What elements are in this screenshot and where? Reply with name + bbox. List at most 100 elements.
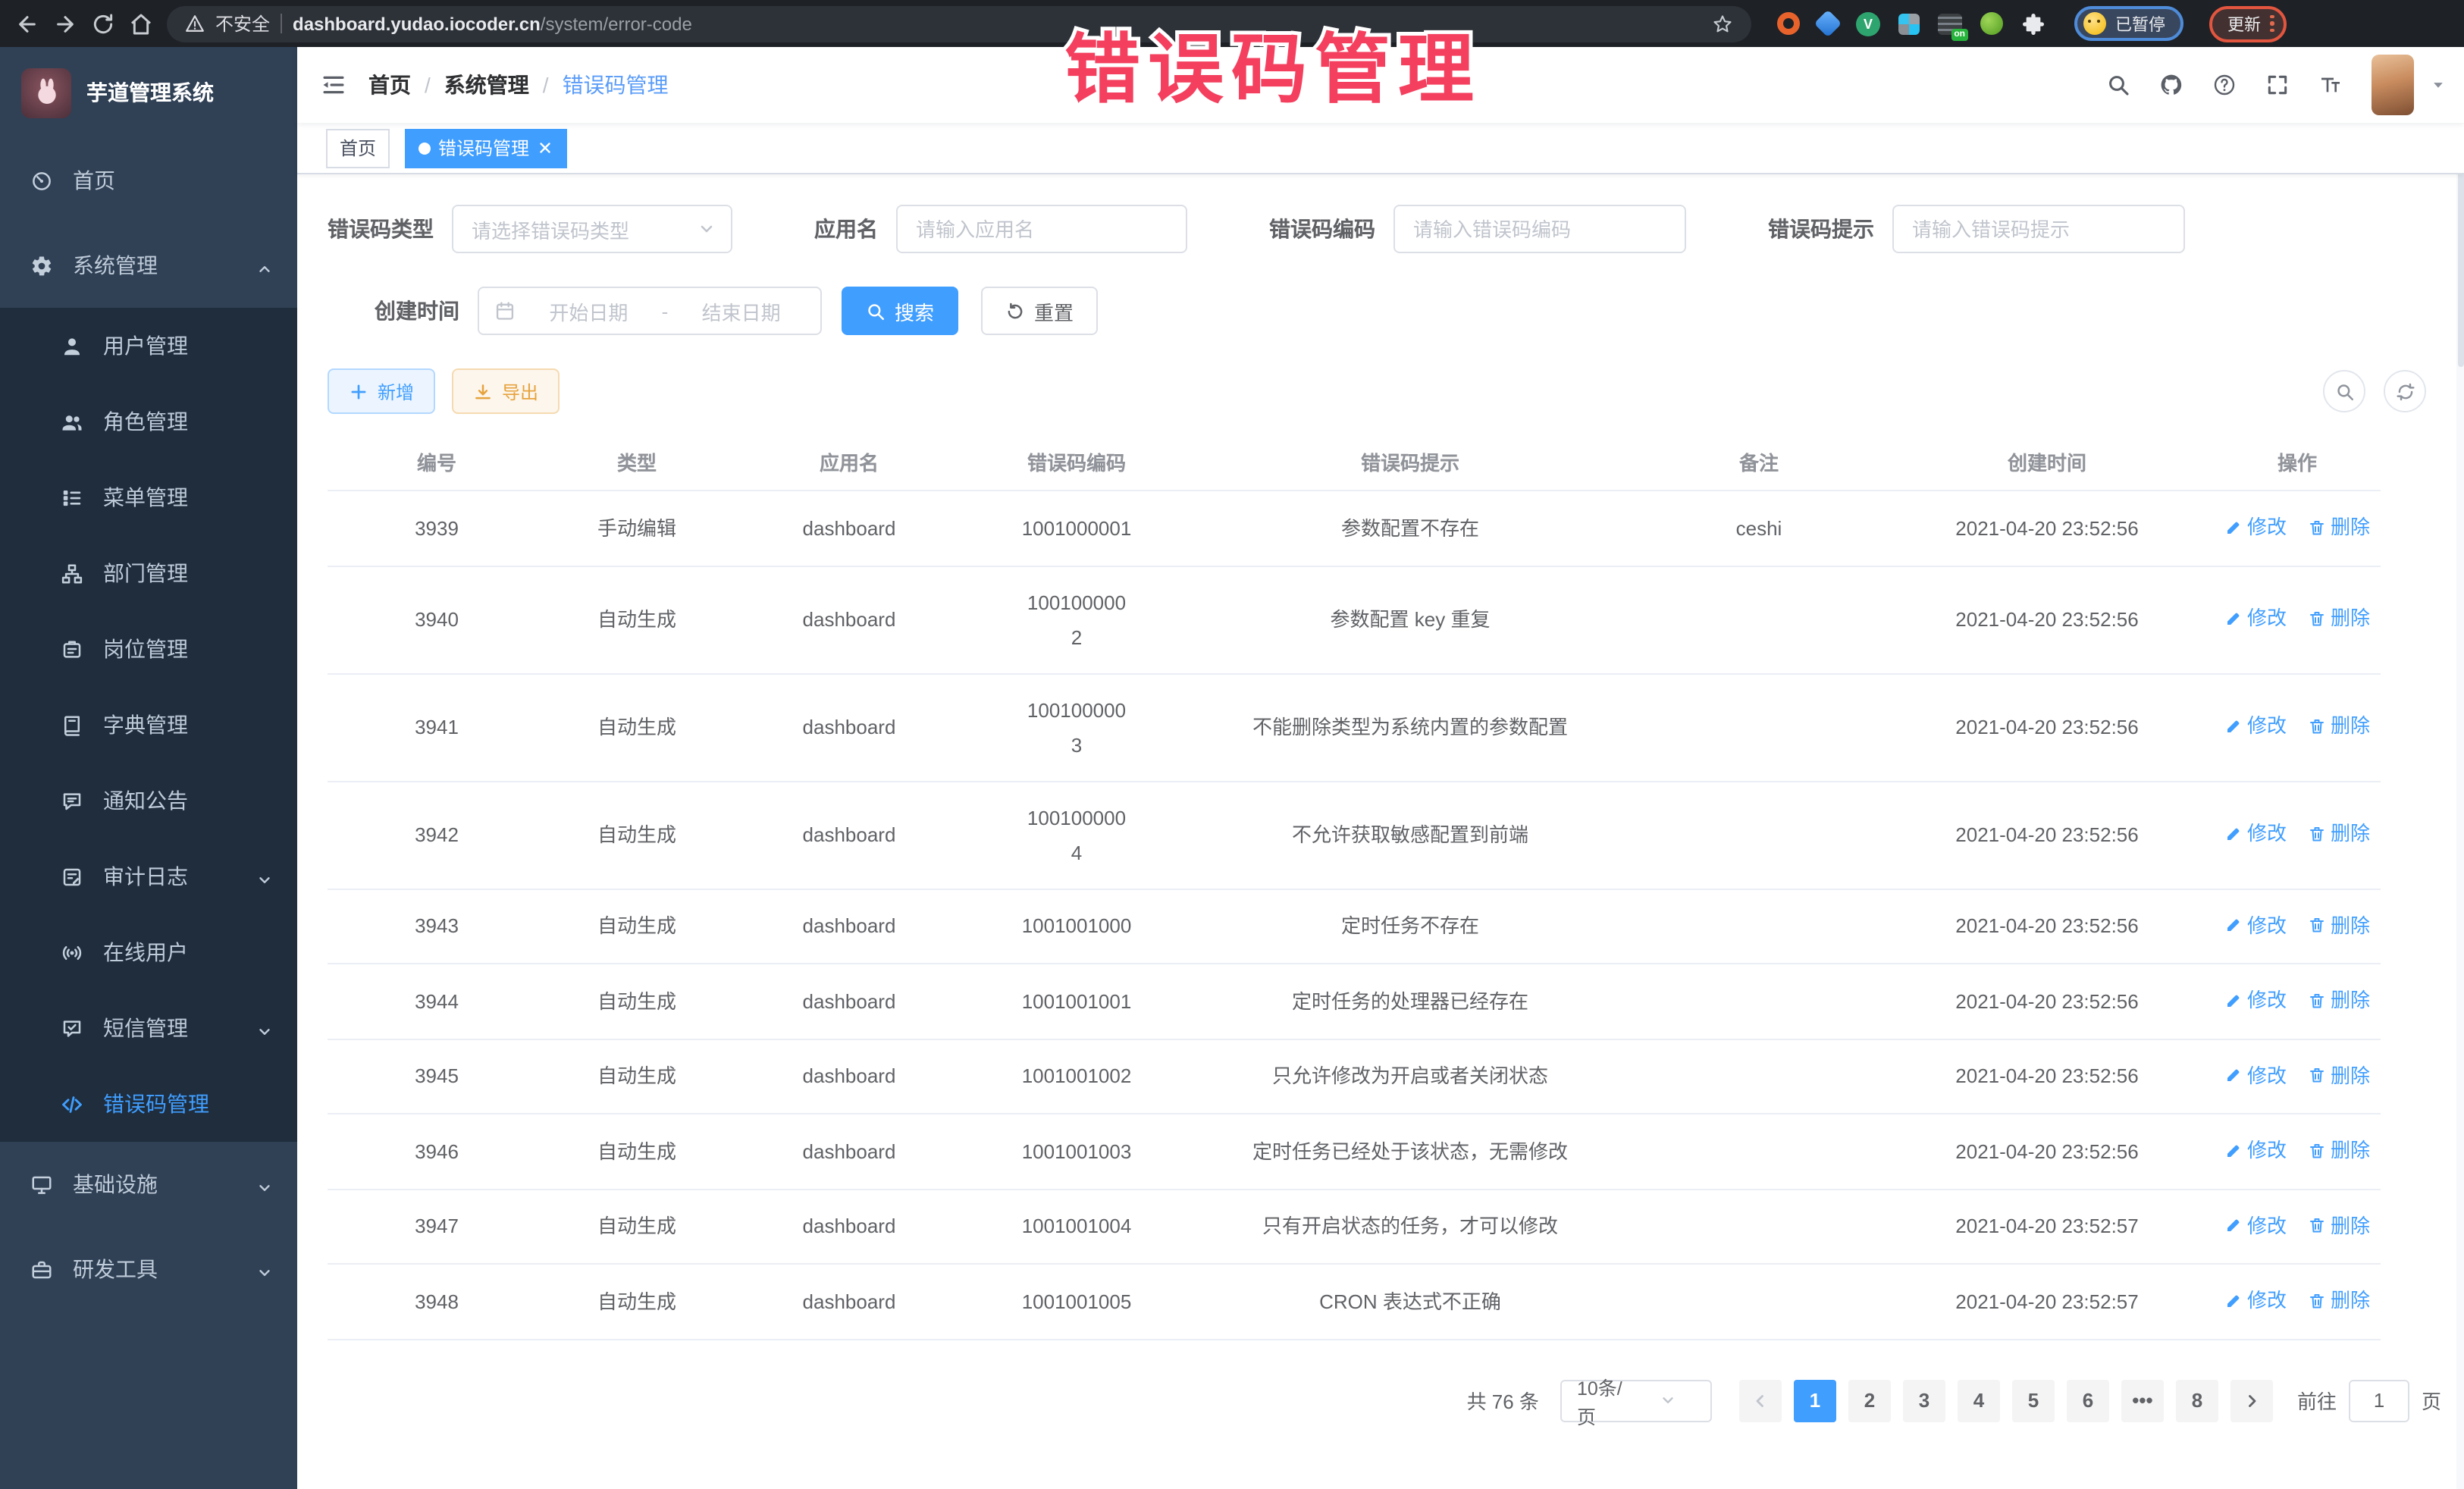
browser-update-button[interactable]: 更新 (2209, 5, 2286, 42)
extension-vue-icon[interactable]: V (1856, 11, 1880, 36)
browser-profile-chip[interactable]: 已暂停 (2074, 6, 2183, 41)
cell-type: 手动编辑 (546, 491, 728, 566)
cell-app: dashboard (728, 1114, 970, 1189)
sidebar-item-audit-log[interactable]: 审计日志 (0, 839, 297, 914)
sidebar-item-system[interactable]: 系统管理 (0, 223, 297, 308)
browser-reload-icon[interactable] (91, 11, 115, 36)
tab-error-code[interactable]: 错误码管理 (405, 128, 567, 168)
page-size-select[interactable]: 10条/页 (1560, 1379, 1712, 1422)
sidebar-item-infra[interactable]: 基础设施 (0, 1142, 297, 1227)
sidebar-item-error-code[interactable]: 错误码管理 (0, 1066, 297, 1142)
table-row: 3946自动生成dashboard1001001003定时任务已经处于该状态，无… (328, 1114, 2381, 1189)
extension-orange-icon[interactable] (1777, 12, 1800, 35)
extensions-puzzle-icon[interactable] (2021, 11, 2045, 36)
page-scrollbar[interactable] (2456, 127, 2464, 1489)
user-menu-caret-icon[interactable] (2431, 77, 2446, 92)
error-code-input[interactable] (1393, 205, 1686, 253)
sidebar-item-dict[interactable]: 字典管理 (0, 687, 297, 763)
reset-button[interactable]: 重置 (981, 287, 1098, 335)
page-button-2[interactable]: 2 (1848, 1379, 1891, 1422)
error-hint-input[interactable] (1892, 205, 2185, 253)
cell-app: dashboard (728, 491, 970, 566)
delete-row-link[interactable]: 删除 (2308, 908, 2370, 942)
edit-row-link[interactable]: 修改 (2224, 817, 2287, 851)
delete-row-link[interactable]: 删除 (2308, 983, 2370, 1017)
table-row: 3940自动生成dashboard100100000 2参数配置 key 重复2… (328, 566, 2381, 673)
edit-row-link[interactable]: 修改 (2224, 1058, 2287, 1092)
delete-row-link[interactable]: 删除 (2308, 709, 2370, 744)
browser-forward-icon[interactable] (53, 11, 77, 36)
next-page-button[interactable] (2230, 1379, 2273, 1422)
breadcrumb-item-system[interactable]: 系统管理 (444, 70, 529, 100)
export-button[interactable]: 导出 (452, 368, 560, 414)
breadcrumb-item-home[interactable]: 首页 (368, 70, 411, 100)
page-button-6[interactable]: 6 (2067, 1379, 2109, 1422)
edit-row-link[interactable]: 修改 (2224, 983, 2287, 1017)
delete-row-link[interactable]: 删除 (2308, 1133, 2370, 1168)
sidebar-item-sms[interactable]: 短信管理 (0, 990, 297, 1066)
prev-page-button[interactable] (1739, 1379, 1782, 1422)
header-search-icon[interactable] (2106, 73, 2130, 97)
delete-row-link[interactable]: 删除 (2308, 601, 2370, 636)
date-range-picker[interactable]: 开始日期 - 结束日期 (478, 287, 822, 335)
add-button[interactable]: 新增 (328, 368, 435, 414)
edit-row-link[interactable]: 修改 (2224, 1283, 2287, 1318)
cell-time: 2021-04-20 23:52:56 (1880, 889, 2214, 964)
close-tab-icon[interactable] (537, 139, 553, 156)
goto-page-input[interactable] (2349, 1379, 2409, 1422)
delete-row-link[interactable]: 删除 (2308, 1208, 2370, 1243)
sidebar-item-menu[interactable]: 菜单管理 (0, 459, 297, 535)
tab-home[interactable]: 首页 (326, 128, 390, 168)
users-icon (61, 410, 83, 433)
sidebar-item-label: 字典管理 (103, 710, 188, 740)
page-button-8[interactable]: 8 (2176, 1379, 2218, 1422)
toggle-search-button[interactable] (2323, 370, 2365, 412)
page-button-1[interactable]: 1 (1794, 1379, 1836, 1422)
github-icon[interactable] (2159, 73, 2183, 97)
font-size-icon[interactable] (2318, 73, 2343, 97)
help-icon[interactable] (2212, 73, 2237, 97)
sidebar-item-dept[interactable]: 部门管理 (0, 535, 297, 611)
browser-home-icon[interactable] (129, 11, 153, 36)
table-row: 3948自动生成dashboard1001001005CRON 表达式不正确20… (328, 1264, 2381, 1339)
page-button-5[interactable]: 5 (2012, 1379, 2055, 1422)
sidebar-item-role[interactable]: 角色管理 (0, 384, 297, 459)
extension-green-icon[interactable] (1980, 12, 2003, 35)
search-button[interactable]: 搜索 (842, 287, 958, 335)
security-warning-icon[interactable] (185, 14, 205, 33)
extension-grid-icon[interactable] (1898, 13, 1920, 34)
app-logo-row[interactable]: 芋道管理系统 (0, 47, 297, 138)
sidebar-item-dev-tool[interactable]: 研发工具 (0, 1227, 297, 1312)
sidebar-item-notice[interactable]: 通知公告 (0, 763, 297, 839)
edit-row-link[interactable]: 修改 (2224, 601, 2287, 636)
pager-more-button[interactable]: ••• (2121, 1379, 2164, 1422)
delete-row-link[interactable]: 删除 (2308, 1058, 2370, 1092)
sidebar-item-post[interactable]: 岗位管理 (0, 611, 297, 687)
edit-icon (2224, 1216, 2243, 1234)
browser-menu-kebab-icon[interactable] (2270, 15, 2274, 33)
browser-back-icon[interactable] (15, 11, 39, 36)
refresh-table-button[interactable] (2384, 370, 2426, 412)
delete-row-link[interactable]: 删除 (2308, 1283, 2370, 1318)
edit-row-link[interactable]: 修改 (2224, 1133, 2287, 1168)
page-button-3[interactable]: 3 (1903, 1379, 1945, 1422)
error-type-select[interactable]: 请选择错误码类型 (452, 205, 732, 253)
app-name-input[interactable] (896, 205, 1187, 253)
address-bar[interactable]: 不安全 dashboard.yudao.iocoder.cn/system/er… (167, 5, 1751, 42)
edit-row-link[interactable]: 修改 (2224, 1208, 2287, 1243)
sidebar-item-online-user[interactable]: 在线用户 (0, 914, 297, 990)
extension-switch-icon[interactable]: on (1938, 13, 1962, 34)
sidebar-item-home[interactable]: 首页 (0, 138, 297, 223)
delete-row-link[interactable]: 删除 (2308, 509, 2370, 544)
edit-row-link[interactable]: 修改 (2224, 908, 2287, 942)
edit-row-link[interactable]: 修改 (2224, 709, 2287, 744)
extension-gem-icon[interactable] (1814, 10, 1842, 38)
delete-row-link[interactable]: 删除 (2308, 817, 2370, 851)
bookmark-star-icon[interactable] (1712, 13, 1733, 34)
sidebar-toggle-icon[interactable] (320, 71, 347, 99)
edit-row-link[interactable]: 修改 (2224, 509, 2287, 544)
user-avatar[interactable] (2372, 55, 2414, 115)
sidebar-item-user[interactable]: 用户管理 (0, 308, 297, 384)
fullscreen-icon[interactable] (2265, 73, 2290, 97)
page-button-4[interactable]: 4 (1958, 1379, 2000, 1422)
